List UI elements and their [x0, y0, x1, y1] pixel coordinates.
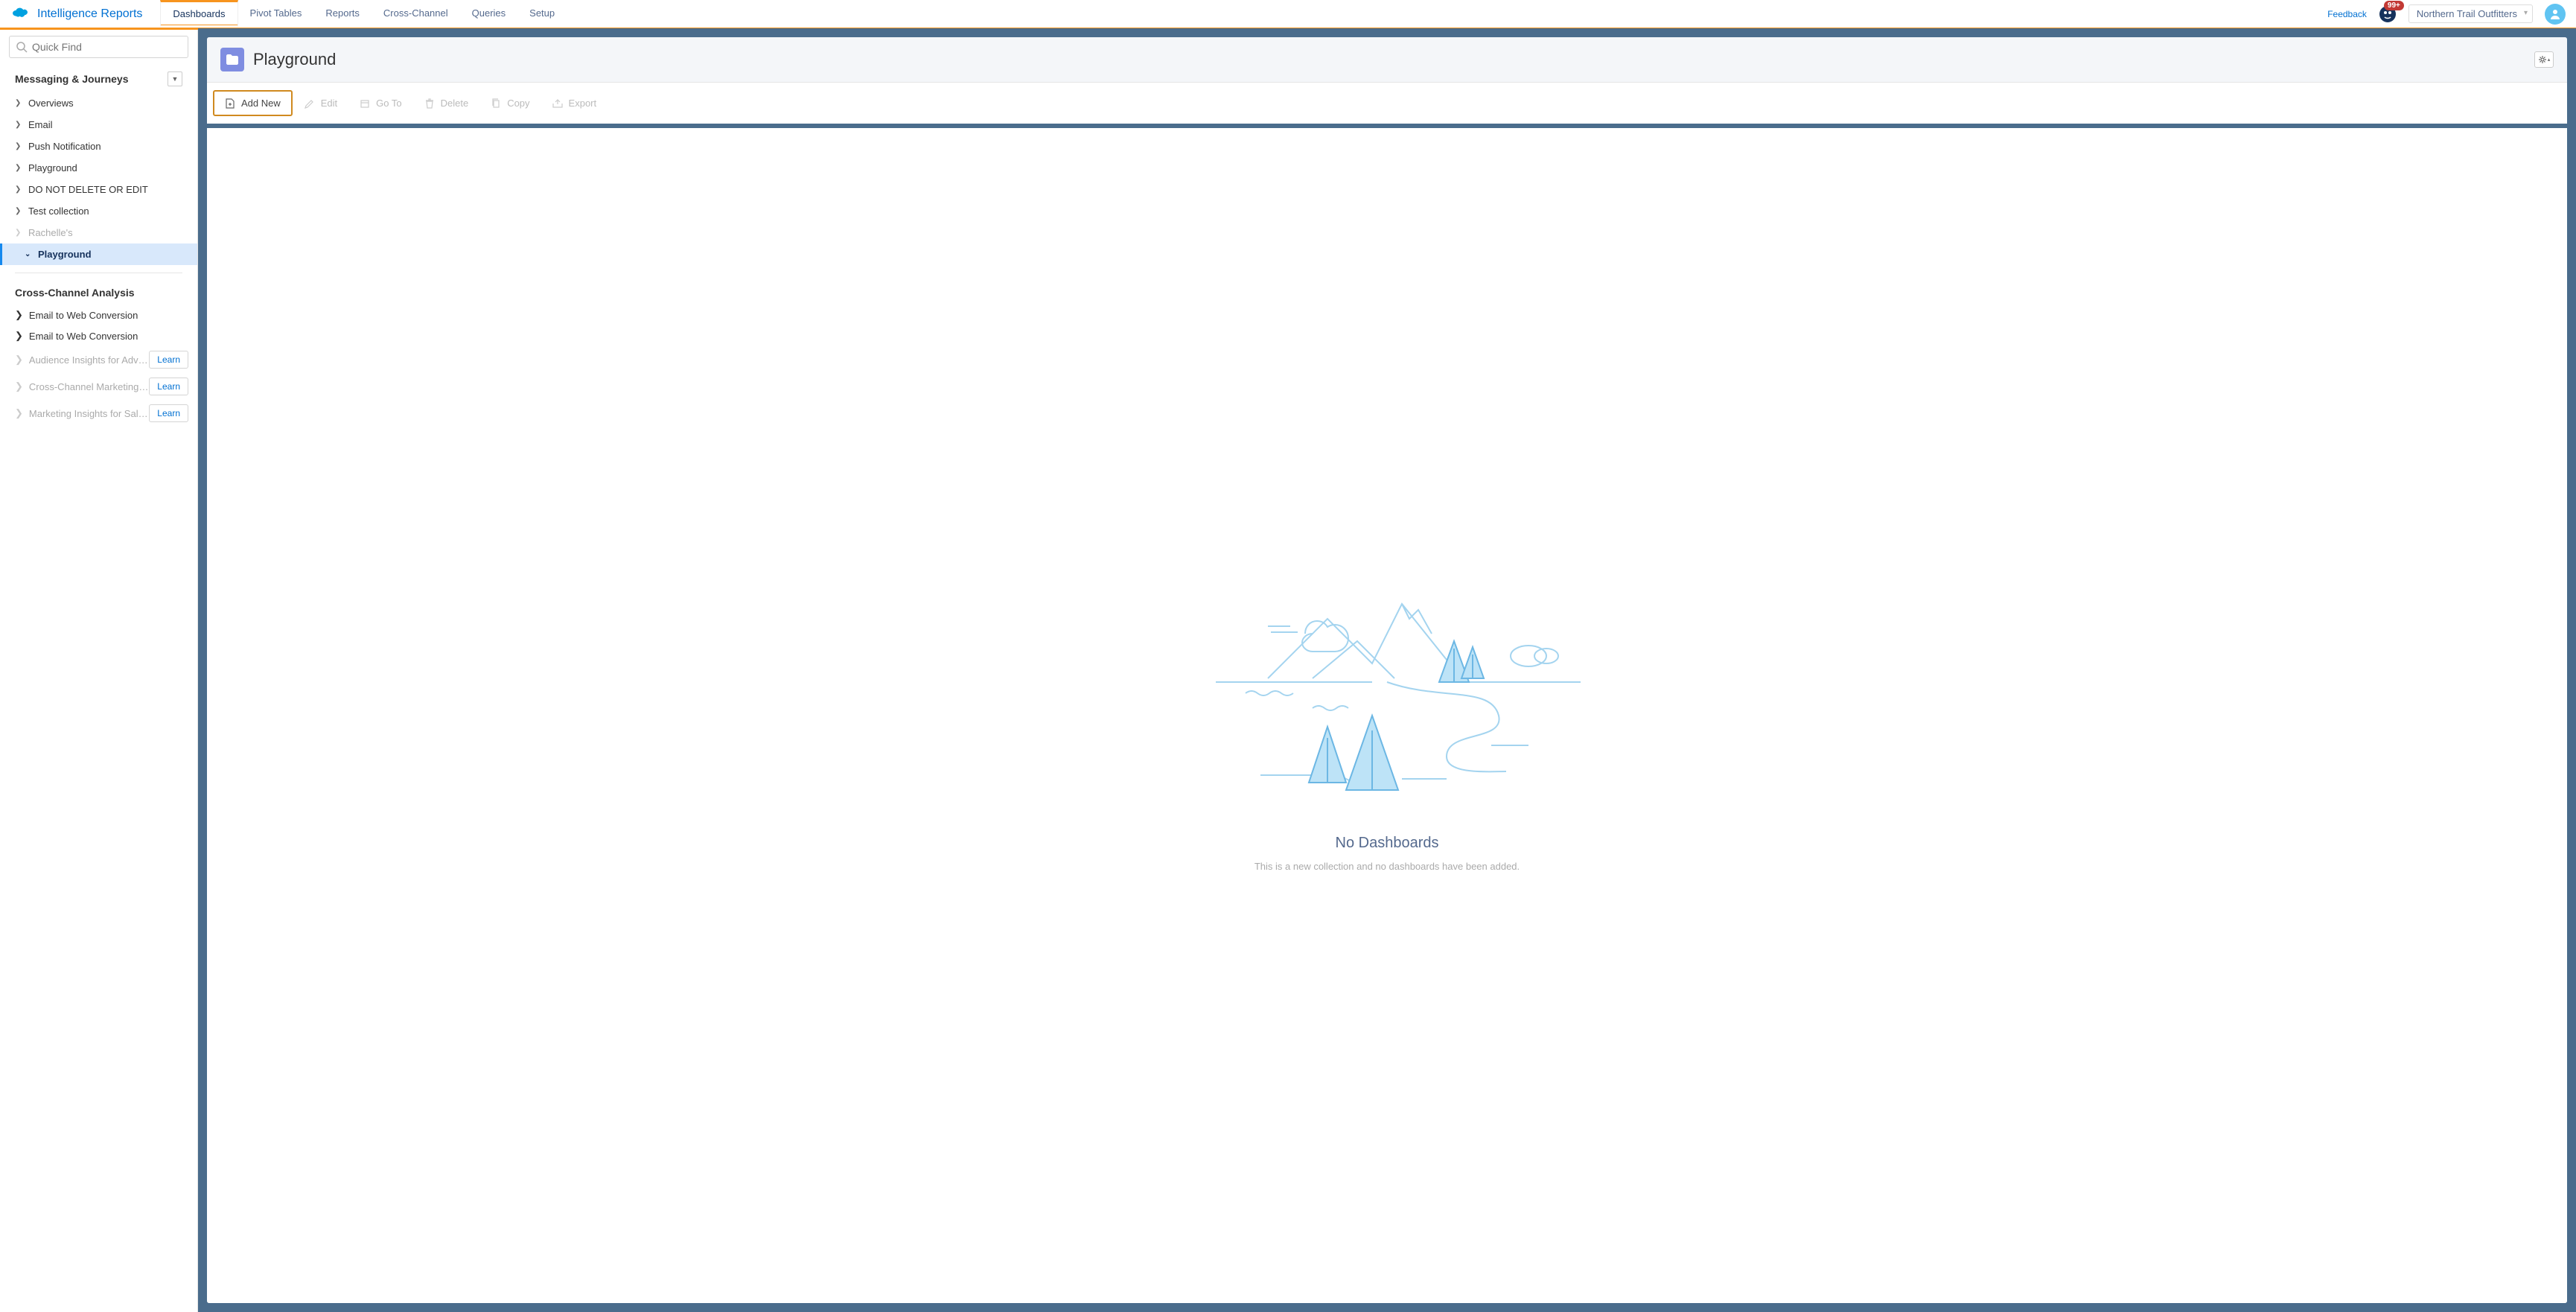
sidebar-item-playground-selected[interactable]: ⌄ Playground: [0, 243, 197, 265]
sidebar-item-label: Email to Web Conversion: [29, 331, 138, 342]
sidebar-item-label: Audience Insights for Adv…: [29, 354, 148, 366]
copy-icon: [491, 98, 501, 109]
chevron-down-icon: ⌄: [25, 250, 32, 258]
export-button[interactable]: Export: [542, 92, 608, 115]
sidebar-item-label: Push Notification: [28, 141, 101, 152]
tool-label: Delete: [441, 98, 469, 109]
search-input[interactable]: [32, 41, 182, 53]
sidebar-item-label: Overviews: [28, 98, 74, 109]
chevron-right-icon: ❯: [15, 185, 22, 194]
gear-icon: [2538, 55, 2547, 64]
sidebar-item-label: Playground: [28, 162, 77, 173]
sidebar-item-testcollection[interactable]: ❯ Test collection: [0, 200, 197, 222]
mountain-illustration: [1179, 559, 1595, 812]
tool-label: Go To: [376, 98, 401, 109]
sidebar-item-overviews[interactable]: ❯ Overviews: [0, 92, 197, 114]
sidebar: Messaging & Journeys ▼ ❯ Overviews ❯ Email…: [0, 28, 198, 1312]
add-new-button[interactable]: Add New: [213, 90, 293, 116]
sidebar-item-label: Playground: [38, 249, 92, 260]
sidebar-item-label: Cross-Channel Marketing …: [29, 381, 149, 392]
tab-pivot-tables[interactable]: Pivot Tables: [238, 0, 314, 28]
sidebar-section-head: Messaging & Journeys ▼: [0, 66, 197, 92]
learn-button[interactable]: Learn: [149, 378, 188, 395]
sidebar-item-label: Email to Web Conversion: [29, 310, 138, 321]
brand: Intelligence Reports: [0, 7, 153, 21]
trash-icon: [424, 98, 435, 109]
top-nav: Intelligence Reports Dashboards Pivot Ta…: [0, 0, 2576, 28]
brand-name: Intelligence Reports: [37, 7, 142, 21]
tool-label: Copy: [507, 98, 529, 109]
nav-tabs: Dashboards Pivot Tables Reports Cross-Ch…: [160, 0, 567, 28]
pencil-icon: [305, 98, 315, 109]
sidebar-item-label: Rachelle's: [28, 227, 73, 238]
org-picker[interactable]: Northern Trail Outfitters: [2408, 4, 2533, 23]
section-dropdown-icon[interactable]: ▼: [168, 71, 182, 86]
quick-find[interactable]: [9, 36, 188, 58]
chevron-right-icon: ❯: [15, 99, 22, 107]
sidebar-item-audience[interactable]: ❯ Audience Insights for Adv… Learn: [0, 346, 197, 373]
sidebar-item-label: Marketing Insights for Sal…: [29, 408, 148, 419]
sidebar-item-label: Test collection: [28, 206, 89, 217]
copy-button[interactable]: Copy: [480, 92, 540, 115]
sidebar-item-rachelles[interactable]: ❯ Rachelle's: [0, 222, 197, 243]
settings-button[interactable]: ▴: [2534, 51, 2554, 68]
sidebar-item-playground[interactable]: ❯ Playground: [0, 157, 197, 179]
notification-badge: 99+: [2384, 1, 2404, 10]
sidebar-item-marketing[interactable]: ❯ Marketing Insights for Sal… Learn: [0, 400, 197, 427]
export-icon: [552, 98, 563, 109]
sidebar-item-label: DO NOT DELETE OR EDIT: [28, 184, 148, 195]
feedback-link[interactable]: Feedback: [2327, 9, 2367, 19]
toolbar: Add New Edit Go To Delete: [207, 83, 2567, 128]
tool-label: Edit: [321, 98, 337, 109]
mascot-icon[interactable]: 99+: [2379, 5, 2397, 23]
sidebar-item-donotdelete[interactable]: ❯ DO NOT DELETE OR EDIT: [0, 179, 197, 200]
empty-subtitle: This is a new collection and no dashboar…: [1254, 861, 1520, 872]
chevron-right-icon: ❯: [15, 380, 23, 392]
tab-setup[interactable]: Setup: [517, 0, 567, 28]
person-icon: [2549, 8, 2561, 20]
user-avatar[interactable]: [2545, 4, 2566, 25]
sidebar-tree: ❯ Overviews ❯ Email ❯ Push Notification ❯ Pl…: [0, 92, 197, 265]
salesforce-cloud-icon: [10, 7, 31, 21]
calendar-icon: [360, 98, 370, 109]
goto-button[interactable]: Go To: [349, 92, 412, 115]
chevron-right-icon: ❯: [15, 354, 23, 366]
file-plus-icon: [225, 98, 235, 109]
tool-label: Export: [569, 98, 597, 109]
edit-button[interactable]: Edit: [294, 92, 348, 115]
tab-reports[interactable]: Reports: [313, 0, 372, 28]
caret-icon: ▴: [2548, 57, 2551, 63]
page-header: Playground ▴: [207, 37, 2567, 83]
learn-button[interactable]: Learn: [149, 404, 188, 422]
chevron-right-icon: ❯: [15, 164, 22, 172]
learn-button[interactable]: Learn: [149, 351, 188, 369]
tab-cross-channel[interactable]: Cross-Channel: [372, 0, 460, 28]
sidebar-section-label: Messaging & Journeys: [15, 73, 129, 85]
empty-state: No Dashboards This is a new collection a…: [207, 128, 2567, 1303]
chevron-right-icon: ❯: [15, 207, 22, 215]
sidebar-item-label: Email: [28, 119, 53, 130]
chevron-right-icon: ❯: [15, 309, 23, 321]
sidebar-item-emailweb2[interactable]: ❯ Email to Web Conversion: [0, 325, 197, 346]
delete-button[interactable]: Delete: [414, 92, 479, 115]
page-title: Playground: [253, 50, 336, 69]
tab-queries[interactable]: Queries: [460, 0, 518, 28]
tab-dashboards[interactable]: Dashboards: [160, 0, 237, 28]
chevron-right-icon: ❯: [15, 330, 23, 342]
chevron-right-icon: ❯: [15, 121, 22, 129]
sidebar-item-crosschannel[interactable]: ❯ Cross-Channel Marketing … Learn: [0, 373, 197, 400]
search-icon: [16, 41, 28, 53]
main-canvas: Playground ▴ Add New Edit: [198, 28, 2576, 1312]
folder-icon: [220, 48, 244, 71]
chevron-right-icon: ❯: [15, 407, 23, 419]
sidebar-item-push[interactable]: ❯ Push Notification: [0, 136, 197, 157]
sidebar-item-emailweb1[interactable]: ❯ Email to Web Conversion: [0, 305, 197, 325]
sidebar-item-email[interactable]: ❯ Email: [0, 114, 197, 136]
chevron-right-icon: ❯: [15, 142, 22, 150]
sidebar-section2-label: Cross-Channel Analysis: [0, 281, 197, 305]
chevron-right-icon: ❯: [15, 229, 22, 237]
empty-title: No Dashboards: [1336, 835, 1439, 852]
tool-label: Add New: [241, 98, 281, 109]
